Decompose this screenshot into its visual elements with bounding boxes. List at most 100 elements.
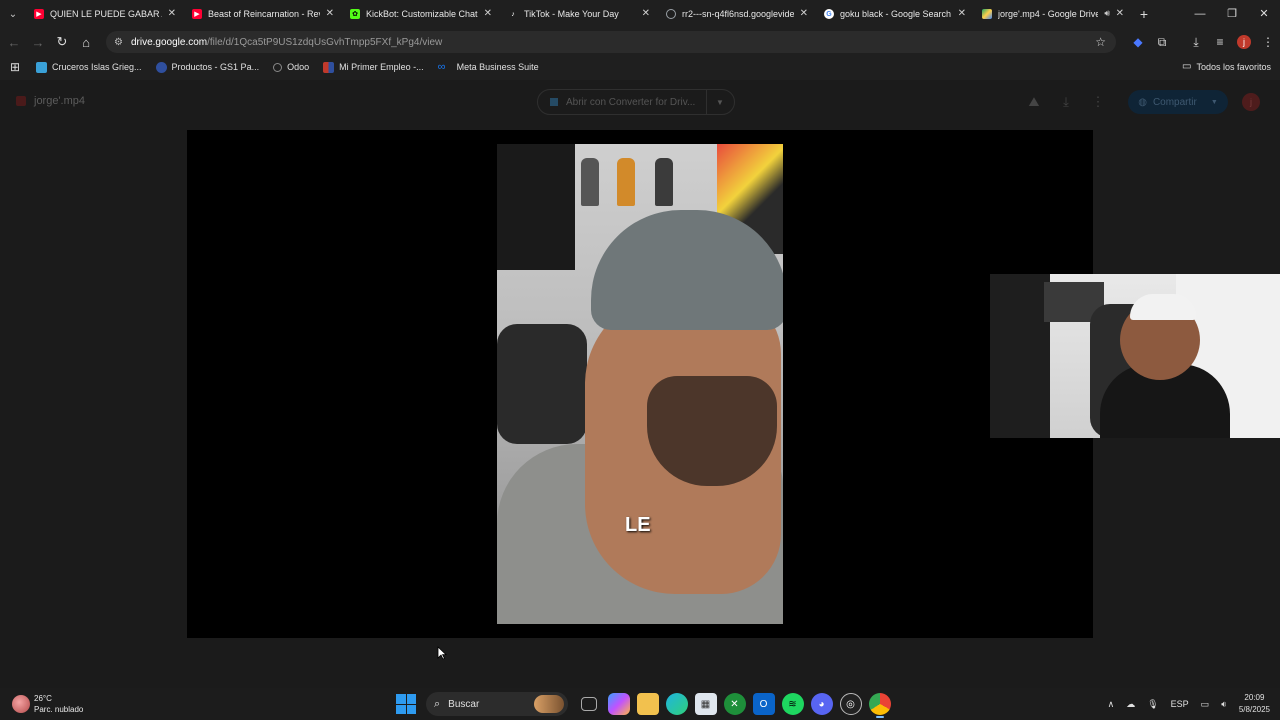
chrome-icon[interactable]	[868, 693, 891, 718]
download-icon[interactable]: ⤓	[1050, 94, 1082, 110]
bookmarks-bar: ⊞ Cruceros Islas Grieg... Productos - GS…	[0, 56, 1280, 78]
add-shortcut-icon[interactable]: ⛰	[1018, 94, 1050, 110]
preview-actions: ⛰ ⤓ ⋮ ◍ Compartir ▼ j	[1018, 80, 1280, 124]
close-tab-icon[interactable]: ✕	[800, 8, 808, 19]
chevron-up-icon[interactable]: ∧	[1108, 699, 1115, 710]
restore-icon[interactable]: ❐	[1216, 0, 1248, 28]
microphone-icon[interactable]: 🎙︎	[1147, 699, 1158, 710]
extensions-icon[interactable]: ⧉	[1150, 35, 1174, 50]
meta-icon: ∞	[437, 60, 446, 73]
odoo-icon	[273, 62, 283, 72]
tab-6-active[interactable]: jorge'.mp4 - Google Drive 🔊︎ ✕	[974, 0, 1132, 28]
all-bookmarks[interactable]: ▭ Todos los favoritos	[1182, 61, 1271, 72]
xbox-icon[interactable]: ✕	[723, 693, 746, 715]
more-options-icon[interactable]: ⋮	[1082, 94, 1114, 110]
outlook-icon[interactable]: O	[752, 693, 775, 715]
file-explorer-icon[interactable]	[636, 693, 659, 715]
close-tab-icon[interactable]: ✕	[168, 8, 176, 19]
poster-image	[497, 144, 575, 270]
browser-toolbar: ← → ↻ ⌂ ⚙ drive.google.com/file/d/1Qca5t…	[0, 28, 1280, 56]
menu-kebab-icon[interactable]: ⋮	[1256, 35, 1280, 49]
bookmark-2[interactable]: Odoo	[273, 62, 309, 72]
google-icon: G	[824, 9, 834, 19]
clock[interactable]: 20:09 5/8/2025	[1239, 692, 1270, 716]
bookmark-4[interactable]: ∞ Meta Business Suite	[437, 60, 539, 73]
bookmark-0[interactable]: Cruceros Islas Grieg...	[36, 61, 142, 73]
extension-shield-icon[interactable]: ◆	[1126, 35, 1150, 49]
figurine-image	[581, 158, 599, 206]
new-tab-button[interactable]: +	[1132, 6, 1156, 22]
close-window-icon[interactable]: ✕	[1248, 0, 1280, 28]
close-tab-icon[interactable]: ✕	[958, 8, 966, 19]
lock-icon: ◍	[1138, 96, 1147, 108]
close-tab-icon[interactable]: ✕	[1116, 8, 1124, 19]
bookmark-label: Odoo	[287, 62, 310, 72]
copilot-icon[interactable]	[607, 693, 630, 715]
microsoft-store-icon[interactable]: ▦	[694, 693, 717, 715]
file-name: jorge'.mp4	[34, 95, 86, 107]
profile-avatar[interactable]: j	[1237, 35, 1251, 49]
language-indicator[interactable]: ESP	[1171, 699, 1189, 709]
forward-icon[interactable]: →	[26, 35, 50, 50]
chevron-down-icon[interactable]: ▼	[707, 98, 733, 107]
mouse-cursor-icon	[437, 646, 447, 660]
tab-3[interactable]: ♪ TikTok - Make Your Day ✕	[500, 0, 658, 28]
tab-title: rr2---sn-q4fl6nsd.googlevideo.c	[682, 9, 794, 19]
volume-icon[interactable]: 🔉︎	[1221, 699, 1227, 710]
tab-5[interactable]: G goku black - Google Search ✕	[816, 0, 974, 28]
all-bookmarks-label: Todos los favoritos	[1196, 61, 1271, 72]
spotify-icon[interactable]: ≋	[781, 693, 804, 715]
chevron-down-icon: ▼	[1210, 98, 1218, 106]
wall-art-image	[990, 274, 1050, 438]
task-view-icon[interactable]	[581, 697, 597, 711]
download-icon[interactable]: ⤓	[1184, 35, 1208, 50]
open-with-button[interactable]: Abrir con Converter for Driv... ▼	[537, 89, 735, 115]
hat-image	[1130, 294, 1196, 320]
close-tab-icon[interactable]: ✕	[642, 8, 650, 19]
youtube-icon: ▶	[34, 9, 44, 19]
tab-0[interactable]: ▶ QUIEN LE PUEDE GABAR A VIRG ✕	[26, 0, 184, 28]
tab-title: goku black - Google Search	[840, 9, 952, 19]
taskbar-search[interactable]: ⌕ Buscar	[426, 692, 568, 716]
home-icon[interactable]: ⌂	[74, 35, 98, 50]
url-host: drive.google.com	[130, 36, 208, 48]
drive-preview: jorge'.mp4 Abrir con Converter for Driv.…	[0, 80, 1280, 688]
share-button[interactable]: ◍ Compartir ▼	[1128, 90, 1228, 114]
close-tab-icon[interactable]: ✕	[484, 8, 492, 19]
tab-2[interactable]: ✿ KickBot: Customizable Chat Bot ✕	[342, 0, 500, 28]
close-tab-icon[interactable]: ✕	[326, 8, 334, 19]
media-control-icon[interactable]: ≡	[1208, 35, 1232, 49]
weather-temp: 26°C	[34, 694, 52, 703]
file-title: jorge'.mp4	[16, 95, 85, 107]
account-avatar[interactable]: j	[1242, 93, 1260, 111]
tab-search-button[interactable]: ⌄	[0, 0, 26, 28]
back-icon[interactable]: ←	[2, 35, 26, 50]
onedrive-icon[interactable]: ☁	[1126, 699, 1135, 710]
address-bar[interactable]: ⚙ drive.google.com/file/d/1Qca5tP9US1zdq…	[106, 31, 1116, 53]
share-label: Compartir	[1152, 96, 1197, 108]
tab-4[interactable]: rr2---sn-q4fl6nsd.googlevideo.c ✕	[658, 0, 816, 28]
minimize-icon[interactable]: —	[1184, 0, 1216, 28]
bookmark-label: Mi Primer Empleo -...	[339, 62, 424, 72]
bookmark-1[interactable]: Productos - GS1 Pa...	[155, 61, 259, 73]
obs-icon[interactable]: ◎	[839, 693, 862, 715]
bookmark-star-icon[interactable]: ☆	[1095, 35, 1106, 49]
kickbot-icon: ✿	[350, 9, 360, 19]
network-icon[interactable]: ▭	[1201, 699, 1210, 710]
reload-icon[interactable]: ↻	[50, 34, 74, 50]
weather-widget[interactable]: 26°C Parc. nublado	[12, 693, 83, 715]
tab-title: Beast of Reincarnation - Reveal	[208, 9, 320, 19]
video-frame[interactable]: LE	[497, 144, 783, 624]
url-path: /file/d/1Qca5tP9US1zdqUsGvhTmpp5FXf_kPg4…	[207, 36, 443, 48]
video-player[interactable]: LE	[187, 130, 1093, 638]
speaker-icon[interactable]: 🔊︎	[1104, 8, 1110, 19]
weather-cloud-icon	[12, 695, 30, 713]
site-info-icon[interactable]: ⚙	[114, 37, 123, 48]
windows-start-icon[interactable]	[396, 694, 416, 714]
tab-1[interactable]: ▶ Beast of Reincarnation - Reveal ✕	[184, 0, 342, 28]
bookmark-3[interactable]: Mi Primer Empleo -...	[323, 61, 424, 73]
apps-grid-icon[interactable]: ⊞	[0, 60, 30, 74]
edge-icon[interactable]	[665, 693, 688, 715]
clock-date: 5/8/2025	[1238, 705, 1270, 714]
discord-icon[interactable]: ◕	[810, 693, 833, 715]
